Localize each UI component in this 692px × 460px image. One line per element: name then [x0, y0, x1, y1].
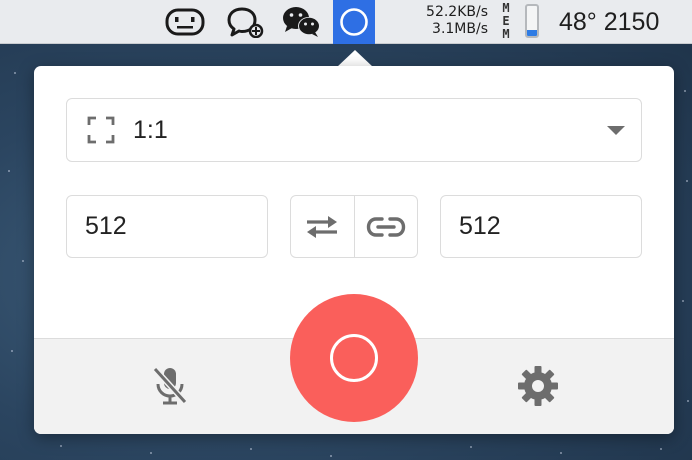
- crop-frame-icon: [87, 116, 115, 144]
- wechat-icon[interactable]: [278, 0, 326, 44]
- menu-bar: 52.2KB/s 3.1MB/s M E M 48° 2150: [0, 0, 692, 44]
- microphone-toggle-button[interactable]: [146, 362, 194, 410]
- record-circle-icon: [330, 334, 378, 382]
- network-speed: 52.2KB/s 3.1MB/s: [396, 4, 488, 38]
- gear-icon: [518, 366, 558, 406]
- settings-button[interactable]: [514, 362, 562, 410]
- recorder-popover: 1:1: [34, 66, 674, 434]
- chat-bubble-icon[interactable]: [222, 0, 268, 44]
- upload-speed: 52.2KB/s: [426, 4, 488, 20]
- face-icon[interactable]: [162, 0, 208, 44]
- memory-usage-bar: [525, 4, 539, 38]
- microphone-muted-icon: [152, 366, 188, 405]
- chevron-down-icon: [607, 126, 625, 135]
- swap-arrows-icon: [307, 215, 338, 238]
- popover-arrow: [337, 50, 373, 67]
- dimension-controls: [290, 195, 418, 258]
- link-dimensions-button[interactable]: [353, 196, 418, 257]
- height-input[interactable]: [440, 195, 642, 258]
- width-input[interactable]: [66, 195, 268, 258]
- cpu-temperature-fan: 48° 2150: [559, 8, 660, 36]
- swap-dimensions-button[interactable]: [291, 196, 354, 257]
- mem-letter-m2: M: [502, 27, 510, 41]
- memory-label: M E M: [498, 2, 514, 41]
- record-button[interactable]: [290, 294, 418, 422]
- aspect-ratio-select[interactable]: 1:1: [66, 98, 642, 162]
- link-icon: [366, 216, 405, 237]
- memory-usage-fill: [527, 30, 537, 36]
- download-speed: 3.1MB/s: [432, 21, 488, 37]
- aspect-ratio-value: 1:1: [133, 115, 168, 144]
- record-circle-icon[interactable]: [333, 0, 375, 44]
